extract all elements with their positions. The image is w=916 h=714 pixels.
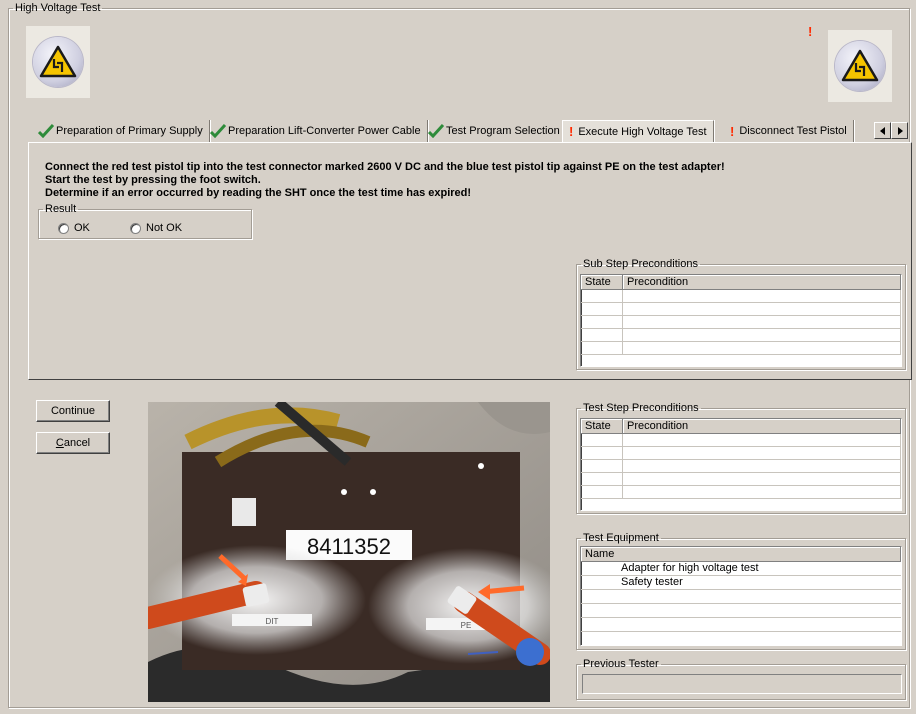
test-adapter-image: 8411352 DIT PE bbox=[148, 402, 550, 702]
previous-tester-field[interactable] bbox=[582, 674, 902, 694]
table-row[interactable] bbox=[581, 604, 901, 618]
step-tabstrip: Preparation of Primary Supply Preparatio… bbox=[28, 120, 914, 142]
check-icon bbox=[210, 124, 226, 138]
window-title: High Voltage Test bbox=[15, 2, 101, 14]
table-row[interactable] bbox=[581, 329, 901, 342]
test-equipment-table[interactable]: Name Adapter for high voltage test Safet… bbox=[580, 546, 902, 646]
tab-label: Test Program Selection bbox=[446, 125, 560, 137]
tab-execute-high-voltage-test[interactable]: ! Execute High Voltage Test bbox=[562, 120, 714, 142]
equipment-name: Safety tester bbox=[621, 576, 683, 588]
radio-label: Not OK bbox=[146, 222, 183, 234]
test-step-preconditions-table[interactable]: State Precondition bbox=[580, 418, 902, 511]
table-row[interactable] bbox=[581, 473, 901, 486]
warning-icon: ! bbox=[569, 124, 574, 139]
logo-right bbox=[828, 30, 892, 102]
sub-step-preconditions-legend: Sub Step Preconditions bbox=[583, 258, 698, 270]
connector-label-right: PE bbox=[461, 621, 472, 630]
instruction-line: Start the test by pressing the foot swit… bbox=[45, 174, 261, 186]
table-row[interactable] bbox=[581, 618, 901, 632]
radio-circle bbox=[130, 222, 141, 234]
logo-left bbox=[26, 26, 90, 98]
tab-test-program-selection[interactable]: Test Program Selection bbox=[422, 120, 567, 142]
cancel-accelerator: C bbox=[55, 437, 64, 449]
result-ok-radio[interactable]: OK bbox=[58, 222, 90, 234]
cancel-button[interactable]: Cancel bbox=[36, 432, 110, 454]
tab-label: Preparation of Primary Supply bbox=[56, 125, 203, 137]
check-icon bbox=[428, 124, 444, 138]
high-voltage-warning-icon bbox=[841, 49, 879, 82]
instruction-line: Determine if an error occurred by readin… bbox=[45, 187, 472, 199]
table-row[interactable] bbox=[581, 342, 901, 355]
test-equipment-legend: Test Equipment bbox=[583, 532, 659, 544]
tab-label: Preparation Lift-Converter Power Cable bbox=[228, 125, 421, 137]
tab-label: Execute High Voltage Test bbox=[578, 125, 707, 138]
check-icon bbox=[38, 124, 54, 138]
arrow-right-icon bbox=[897, 126, 903, 135]
table-row[interactable] bbox=[581, 447, 901, 460]
continue-button[interactable]: Continue bbox=[36, 400, 110, 422]
header-warning-mark: ! bbox=[808, 24, 813, 39]
table-row[interactable] bbox=[581, 434, 901, 447]
previous-tester-legend: Previous Tester bbox=[583, 658, 659, 670]
table-row[interactable] bbox=[581, 460, 901, 473]
connector-label-left: DIT bbox=[266, 617, 279, 626]
result-legend: Result bbox=[45, 203, 77, 215]
tab-preparation-primary-supply[interactable]: Preparation of Primary Supply bbox=[32, 120, 210, 142]
scroll-left-button[interactable] bbox=[874, 122, 891, 139]
column-header-precondition[interactable]: Precondition bbox=[623, 275, 901, 289]
table-row[interactable] bbox=[581, 486, 901, 499]
column-header-state[interactable]: State bbox=[581, 275, 623, 289]
arrow-left-icon bbox=[879, 126, 885, 135]
table-row[interactable]: Adapter for high voltage test bbox=[581, 562, 901, 576]
test-adapter-photo: 8411352 DIT PE bbox=[148, 402, 550, 702]
column-header-state[interactable]: State bbox=[581, 419, 623, 433]
warning-icon: ! bbox=[730, 123, 735, 139]
sub-step-preconditions-table[interactable]: State Precondition bbox=[580, 274, 902, 367]
cancel-label: ancel bbox=[63, 437, 91, 449]
test-step-preconditions-legend: Test Step Preconditions bbox=[583, 402, 699, 414]
tab-scroll-buttons bbox=[874, 122, 910, 139]
instructions: Connect the red test pistol tip into the… bbox=[45, 161, 885, 200]
tab-preparation-lift-converter-power-cable[interactable]: Preparation Lift-Converter Power Cable bbox=[204, 120, 428, 142]
instruction-line: Connect the red test pistol tip into the… bbox=[45, 161, 725, 173]
result-not-ok-radio[interactable]: Not OK bbox=[130, 222, 182, 234]
column-header-precondition[interactable]: Precondition bbox=[623, 419, 901, 433]
equipment-name: Adapter for high voltage test bbox=[621, 562, 759, 574]
high-voltage-warning-icon bbox=[39, 45, 77, 78]
table-row[interactable]: Safety tester bbox=[581, 576, 901, 590]
table-row[interactable] bbox=[581, 590, 901, 604]
tab-label: Disconnect Test Pistol bbox=[739, 125, 847, 137]
tab-disconnect-test-pistol[interactable]: ! Disconnect Test Pistol bbox=[724, 120, 854, 142]
radio-label: OK bbox=[74, 222, 90, 234]
table-row[interactable] bbox=[581, 290, 901, 303]
column-header-name[interactable]: Name bbox=[581, 547, 901, 561]
table-row[interactable] bbox=[581, 303, 901, 316]
table-row[interactable] bbox=[581, 316, 901, 329]
high-voltage-test-window: High Voltage Test ! Preparation of Prima… bbox=[0, 0, 916, 714]
scroll-right-button[interactable] bbox=[891, 122, 908, 139]
radio-circle bbox=[58, 222, 69, 234]
